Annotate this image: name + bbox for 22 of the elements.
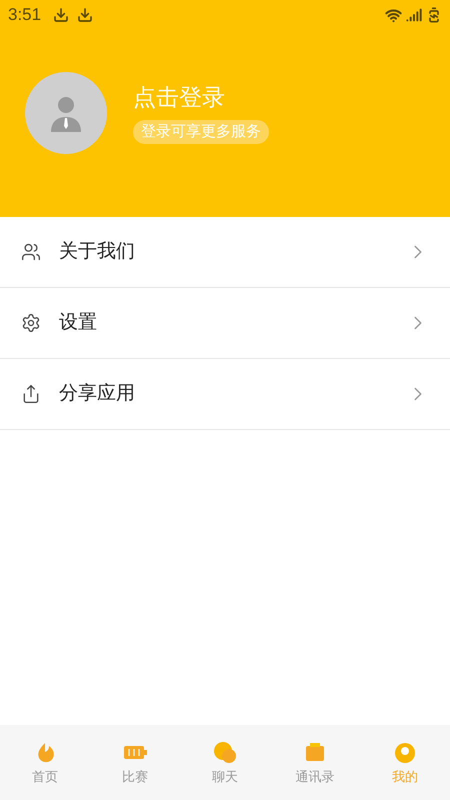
share-icon [21,384,41,404]
menu-label: 关于我们 [59,240,136,264]
tab[interactable]: 聊天 [180,738,270,786]
settings-icon [21,313,41,333]
menu-label: 设置 [59,310,98,335]
download-icon [77,7,94,23]
tab[interactable]: 通讯录 [270,738,360,786]
signal-icon [406,7,422,23]
menu-label: 分享应用 [59,382,136,406]
menu-item[interactable]: 关于我们 [0,217,450,288]
battery-icon [426,7,442,23]
tab[interactable]: 首页 [0,738,90,786]
login-title[interactable]: 点击登录 [133,82,225,112]
download-icon [53,7,70,23]
wifi-icon [385,6,402,24]
status-time: 3:51 [8,4,42,26]
menu-item[interactable]: 分享应用 [0,359,450,430]
tab[interactable]: 我的 [360,738,450,786]
people-icon [21,242,41,262]
login-hint: 登录可享更多服务 [133,120,269,144]
menu-item[interactable]: 设置 [0,288,450,359]
tab[interactable]: 比赛 [90,738,180,786]
